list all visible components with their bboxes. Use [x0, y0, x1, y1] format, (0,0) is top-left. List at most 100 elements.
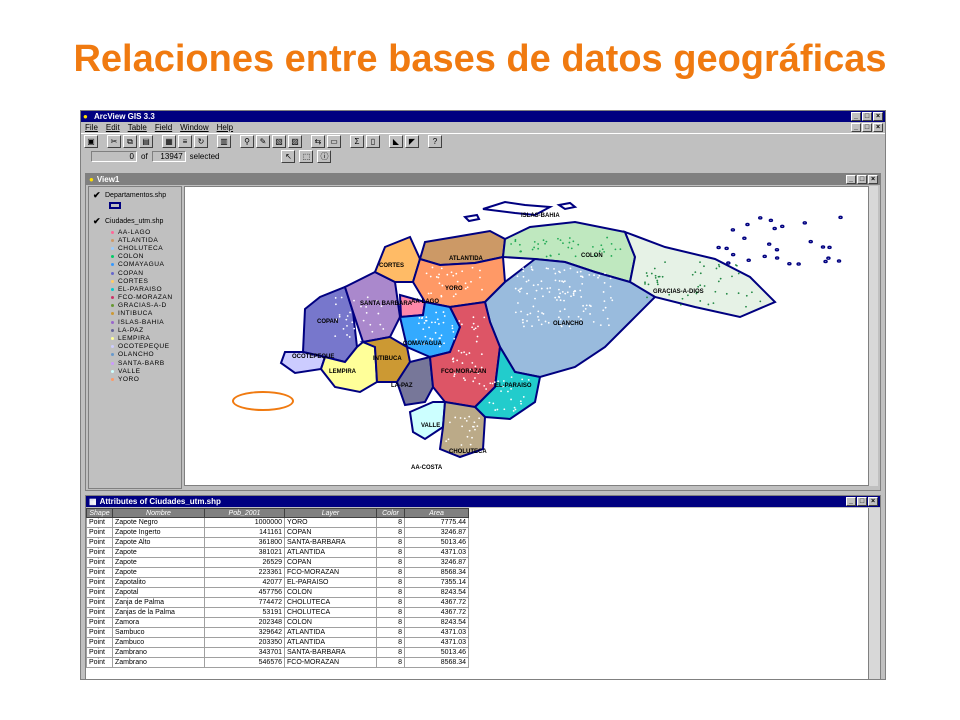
- table-cell[interactable]: 8243.54: [404, 617, 469, 628]
- table-cell[interactable]: COLON: [284, 617, 377, 628]
- table-icon[interactable]: ▦: [162, 135, 176, 148]
- cut-icon[interactable]: ✂: [107, 135, 121, 148]
- table-cell[interactable]: Zapote: [112, 557, 205, 568]
- table-cell[interactable]: Point: [86, 587, 113, 598]
- sort-ascending-icon[interactable]: ◣: [389, 135, 403, 148]
- table-cell[interactable]: YORO: [284, 517, 377, 528]
- table-cell[interactable]: COPAN: [284, 557, 377, 568]
- col-layer[interactable]: Layer: [284, 508, 377, 518]
- table-row[interactable]: Point Zapote Ingerto 141161 COPAN 8 3246.87: [86, 527, 469, 538]
- table-row[interactable]: Point Zapotal 457756 COLON 8 8243.54: [86, 587, 469, 598]
- minimize-button[interactable]: _: [851, 112, 861, 121]
- table-cell[interactable]: Zambrano: [112, 647, 205, 658]
- select-tool-icon[interactable]: ⬚: [299, 149, 314, 163]
- table-cell[interactable]: 8: [376, 657, 405, 668]
- summarize-icon[interactable]: Σ: [350, 135, 364, 148]
- select-all-icon[interactable]: ▧: [272, 135, 286, 148]
- table-cell[interactable]: Zapotalito: [112, 577, 205, 588]
- honduras-map[interactable]: ISLAS-BAHIA COLON ATLANTIDA CORTES YORO …: [185, 187, 870, 486]
- menu-window[interactable]: Window: [180, 123, 208, 132]
- menu-help[interactable]: Help: [217, 123, 233, 132]
- table-cell[interactable]: ATLANTIDA: [284, 627, 377, 638]
- link-icon[interactable]: ▭: [327, 135, 341, 148]
- table-cell[interactable]: 8: [376, 517, 405, 528]
- maximize-button[interactable]: □: [862, 112, 872, 121]
- table-cell[interactable]: ATLANTIDA: [284, 547, 377, 558]
- checkmark-icon[interactable]: ✔: [93, 191, 102, 200]
- table-cell[interactable]: Zanjas de la Palma: [112, 607, 205, 618]
- table-cell[interactable]: Point: [86, 537, 113, 548]
- table-cell[interactable]: Zamora: [112, 617, 205, 628]
- chart-icon[interactable]: ▥: [217, 135, 231, 148]
- find-icon[interactable]: ⚲: [240, 135, 254, 148]
- table-row[interactable]: Point Zanjas de la Palma 53191 CHOLUTECA 8 43…: [86, 607, 469, 618]
- table-cell[interactable]: Point: [86, 557, 113, 568]
- table-cell[interactable]: 3246.87: [404, 527, 469, 538]
- menu-field[interactable]: Field: [155, 123, 172, 132]
- table-cell[interactable]: 5013.46: [404, 537, 469, 548]
- table-cell[interactable]: 4371.03: [404, 627, 469, 638]
- table-row[interactable]: Point Zapote 26529 COPAN 8 3246.87: [86, 557, 469, 568]
- table-cell[interactable]: Point: [86, 607, 113, 618]
- table-cell[interactable]: 7775.44: [404, 517, 469, 528]
- table-cell[interactable]: 8: [376, 577, 405, 588]
- table-row[interactable]: Point Zapotalito 42077 EL-PARAISO 8 7355.14: [86, 577, 469, 588]
- view-minimize-button[interactable]: _: [846, 175, 856, 184]
- table-cell[interactable]: 8: [376, 567, 405, 578]
- table-cell[interactable]: 546576: [204, 657, 285, 668]
- col-color[interactable]: Color: [376, 508, 405, 518]
- layer-departamentos[interactable]: ✔ Departamentos.shp: [89, 191, 181, 200]
- table-cell[interactable]: ATLANTIDA: [284, 637, 377, 648]
- table-cell[interactable]: SANTA-BARBARA: [284, 537, 377, 548]
- col-area[interactable]: Area: [404, 508, 469, 518]
- identify-tool-icon[interactable]: ⓘ: [317, 149, 332, 163]
- menu-edit[interactable]: Edit: [106, 123, 120, 132]
- table-cell[interactable]: Point: [86, 627, 113, 638]
- table-cell[interactable]: Sambuco: [112, 627, 205, 638]
- table-cell[interactable]: 141161: [204, 527, 285, 538]
- table-cell[interactable]: Zanja de Palma: [112, 597, 205, 608]
- table-cell[interactable]: Zapote Alto: [112, 537, 205, 548]
- table-cell[interactable]: 4367.72: [404, 607, 469, 618]
- table-cell[interactable]: 8: [376, 537, 405, 548]
- table-cell[interactable]: 8: [376, 607, 405, 618]
- paste-icon[interactable]: ▤: [139, 135, 153, 148]
- table-cell[interactable]: 1000000: [204, 517, 285, 528]
- list-icon[interactable]: ≡: [178, 135, 192, 148]
- table-row[interactable]: Point Zambrano 546576 FCO-MORAZAN 8 8568.34: [86, 657, 469, 668]
- table-cell[interactable]: 223361: [204, 567, 285, 578]
- table-cell[interactable]: Zambrano: [112, 657, 205, 668]
- pointer-tool-icon[interactable]: ↖: [281, 149, 296, 163]
- table-cell[interactable]: 8: [376, 547, 405, 558]
- table-cell[interactable]: Point: [86, 547, 113, 558]
- table-cell[interactable]: 42077: [204, 577, 285, 588]
- attribute-table-area[interactable]: Shape Nombre Pob_2001 Layer Color Area P…: [86, 508, 868, 679]
- table-cell[interactable]: FCO-MORAZAN: [284, 657, 377, 668]
- table-cell[interactable]: 26529: [204, 557, 285, 568]
- attr-maximize-button[interactable]: □: [857, 497, 867, 506]
- select-none-icon[interactable]: ▨: [288, 135, 302, 148]
- table-cell[interactable]: CHOLUTECA: [284, 607, 377, 618]
- table-cell[interactable]: 381021: [204, 547, 285, 558]
- table-row[interactable]: Point Zapote Negro 1000000 YORO 8 7775.44: [86, 517, 469, 528]
- layer-ciudades[interactable]: ✔ Ciudades_utm.shp: [89, 217, 181, 226]
- table-scrollbar[interactable]: [868, 508, 880, 679]
- help-icon[interactable]: ?: [428, 135, 442, 148]
- table-cell[interactable]: Point: [86, 597, 113, 608]
- menu-table[interactable]: Table: [128, 123, 147, 132]
- table-cell[interactable]: 8: [376, 617, 405, 628]
- calculate-icon[interactable]: ▯: [366, 135, 380, 148]
- view-scrollbar[interactable]: [868, 186, 878, 486]
- child-restore-button[interactable]: □: [862, 123, 872, 132]
- table-row[interactable]: Point Zambrano 343701 SANTA-BARBARA 8 5013.46: [86, 647, 469, 658]
- table-cell[interactable]: 329642: [204, 627, 285, 638]
- table-cell[interactable]: Point: [86, 567, 113, 578]
- table-cell[interactable]: 8568.34: [404, 567, 469, 578]
- table-cell[interactable]: 361800: [204, 537, 285, 548]
- table-cell[interactable]: Zapote: [112, 547, 205, 558]
- table-cell[interactable]: Point: [86, 637, 113, 648]
- sort-descending-icon[interactable]: ◤: [405, 135, 419, 148]
- table-cell[interactable]: 8: [376, 637, 405, 648]
- col-nombre[interactable]: Nombre: [112, 508, 205, 518]
- table-cell[interactable]: Zapote Ingerto: [112, 527, 205, 538]
